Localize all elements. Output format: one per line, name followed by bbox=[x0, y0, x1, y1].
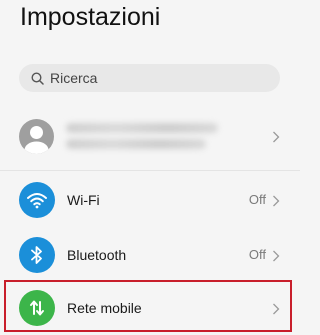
bluetooth-icon bbox=[19, 237, 55, 273]
settings-item-bluetooth[interactable]: Bluetooth Off bbox=[0, 229, 300, 281]
settings-item-label: Wi-Fi bbox=[67, 192, 100, 208]
highlight-box bbox=[4, 280, 292, 332]
divider bbox=[0, 170, 300, 171]
settings-item-status: Off bbox=[248, 192, 266, 207]
avatar bbox=[19, 119, 54, 154]
account-row[interactable] bbox=[0, 110, 300, 162]
account-detail-redacted bbox=[66, 139, 206, 149]
settings-item-label: Bluetooth bbox=[67, 247, 127, 263]
search-input[interactable] bbox=[50, 70, 250, 86]
chevron-right-icon bbox=[272, 249, 280, 262]
settings-item-status: Off bbox=[248, 247, 266, 262]
search-bar[interactable] bbox=[19, 64, 280, 92]
person-icon bbox=[24, 126, 49, 154]
page-title: Impostazioni bbox=[20, 3, 161, 31]
account-name-redacted bbox=[66, 123, 218, 133]
chevron-right-icon bbox=[272, 194, 280, 207]
settings-item-wifi[interactable]: Wi-Fi Off bbox=[0, 174, 300, 226]
search-icon bbox=[31, 71, 44, 85]
chevron-right-icon bbox=[272, 130, 280, 143]
wifi-icon bbox=[19, 182, 55, 218]
